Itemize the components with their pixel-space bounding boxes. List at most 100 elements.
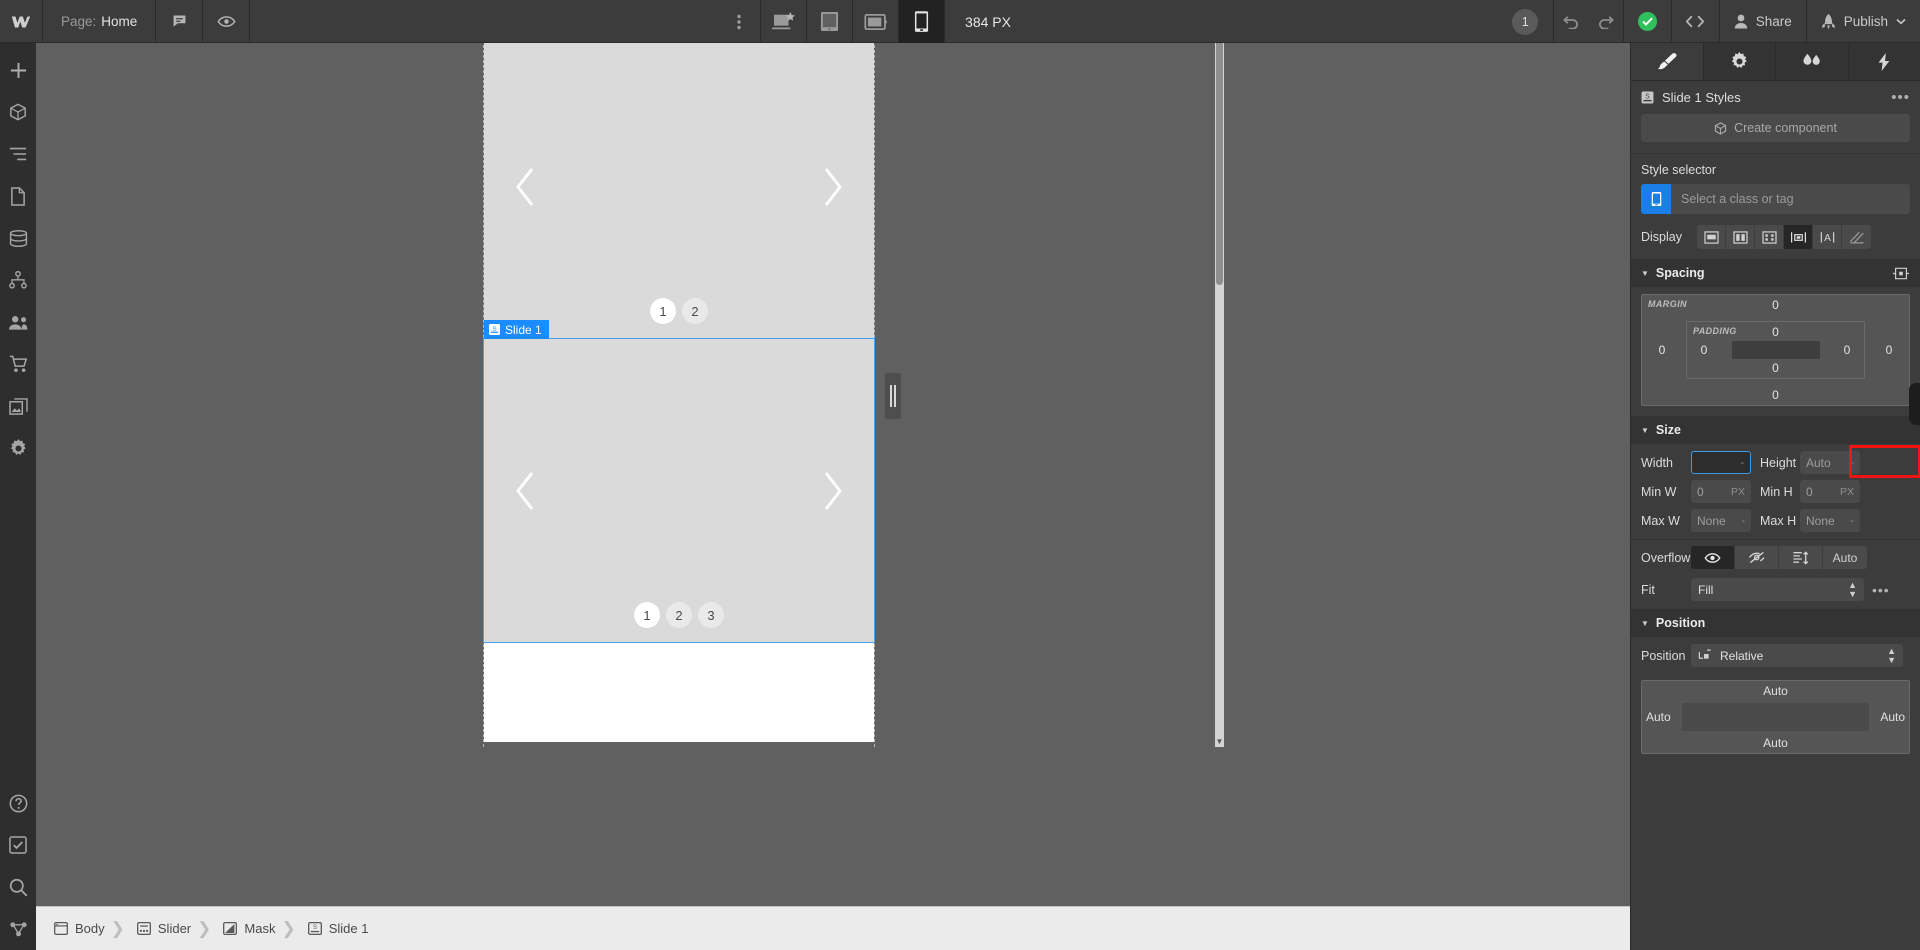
slide-1-selected[interactable]: S Slide 1 1 2 3: [483, 320, 875, 643]
users-icon: [9, 315, 28, 330]
viewport-resize-handle[interactable]: [885, 373, 901, 419]
style-selector-input[interactable]: Select a class or tag: [1641, 184, 1910, 214]
breadcrumb-body[interactable]: Body: [44, 907, 109, 950]
page-indicator[interactable]: Page: Home: [43, 0, 157, 43]
sidebar-item-pages[interactable]: [0, 175, 36, 217]
display-none-button[interactable]: [1842, 225, 1871, 249]
slider-dot[interactable]: 2: [682, 298, 708, 324]
breadcrumb-mask[interactable]: Mask: [213, 907, 279, 950]
sidebar-item-assets[interactable]: [0, 385, 36, 427]
breakpoint-mobile-portrait[interactable]: [899, 0, 946, 43]
margin-top-input[interactable]: 0: [1642, 298, 1909, 312]
breadcrumb-slider[interactable]: Slider: [127, 907, 195, 950]
display-inline-block-button[interactable]: [1784, 225, 1813, 249]
sidebar-item-logic[interactable]: [0, 259, 36, 301]
display-block-button[interactable]: [1697, 225, 1726, 249]
min-width-input[interactable]: 0 PX: [1691, 480, 1751, 503]
breakpoint-options-button[interactable]: [717, 0, 762, 43]
publish-button[interactable]: Publish: [1807, 0, 1920, 43]
create-component-button[interactable]: Create component: [1641, 114, 1910, 142]
slider-dot[interactable]: 1: [650, 298, 676, 324]
sidebar-item-search[interactable]: [0, 866, 36, 908]
sidebar-item-cms[interactable]: [0, 217, 36, 259]
slider-next-arrow[interactable]: [820, 469, 846, 513]
search-icon: [9, 878, 27, 896]
slider-dot[interactable]: 1: [634, 602, 660, 628]
sidebar-item-navigator[interactable]: [0, 133, 36, 175]
breakpoint-desktop[interactable]: [761, 0, 808, 43]
share-button[interactable]: Share: [1720, 0, 1807, 43]
tab-effects[interactable]: [1848, 43, 1920, 80]
max-height-input[interactable]: None -: [1800, 509, 1860, 532]
display-flex-button[interactable]: [1726, 225, 1755, 249]
position-bottom-input[interactable]: Auto: [1642, 736, 1909, 750]
position-left-input[interactable]: Auto: [1646, 710, 1671, 724]
margin-left-input[interactable]: 0: [1646, 343, 1678, 357]
overflow-scroll-button[interactable]: [1779, 546, 1823, 569]
redo-button[interactable]: [1589, 0, 1624, 43]
mobile-portrait-icon: [914, 11, 929, 32]
collaborators-avatar[interactable]: 1: [1498, 0, 1554, 43]
save-status-button[interactable]: [1624, 0, 1672, 43]
preview-button[interactable]: [203, 0, 251, 43]
sidebar-item-components[interactable]: [0, 91, 36, 133]
sidebar-item-help[interactable]: [0, 782, 36, 824]
overflow-auto-button[interactable]: Auto: [1823, 546, 1867, 569]
tab-settings[interactable]: [1703, 43, 1776, 80]
position-dropdown[interactable]: Relative ▲ ▼: [1691, 644, 1903, 667]
sidebar-item-apps[interactable]: [0, 908, 36, 950]
overflow-visible-button[interactable]: [1691, 546, 1735, 569]
slider-top[interactable]: 1 2: [484, 43, 874, 338]
design-canvas[interactable]: Affects 479px and below Mobile (P) 1 2: [36, 43, 1630, 906]
breakpoint-tablet[interactable]: [807, 0, 854, 43]
tab-interactions[interactable]: [1776, 43, 1849, 80]
height-input[interactable]: Auto -: [1800, 451, 1860, 474]
position-top-input[interactable]: Auto: [1642, 684, 1909, 698]
padding-top-input[interactable]: 0: [1687, 325, 1864, 339]
display-grid-button[interactable]: [1755, 225, 1784, 249]
size-section-header[interactable]: ▼ Size: [1631, 416, 1920, 444]
slider-prev-arrow[interactable]: [512, 469, 538, 513]
slider-dot[interactable]: 2: [666, 602, 692, 628]
min-height-input[interactable]: 0 PX: [1800, 480, 1860, 503]
slider-dot[interactable]: 3: [698, 602, 724, 628]
panel-collapse-tab[interactable]: [1909, 383, 1920, 425]
overflow-hidden-button[interactable]: [1735, 546, 1779, 569]
share-label: Share: [1755, 14, 1792, 29]
fit-menu-button[interactable]: •••: [1864, 582, 1890, 598]
viewport-scrollbar[interactable]: [1215, 43, 1224, 747]
spacing-section-header[interactable]: ▼ Spacing: [1631, 259, 1920, 287]
comments-button[interactable]: [156, 0, 204, 43]
tab-style[interactable]: [1631, 43, 1704, 80]
sidebar-item-add-elements[interactable]: [0, 49, 36, 91]
sidebar-item-users[interactable]: [0, 301, 36, 343]
sidebar-item-audit[interactable]: [0, 824, 36, 866]
undo-button[interactable]: [1554, 0, 1589, 43]
webflow-logo[interactable]: [0, 0, 43, 43]
fit-dropdown[interactable]: Fill ▲ ▼: [1691, 578, 1864, 601]
margin-right-input[interactable]: 0: [1873, 343, 1905, 357]
position-right-input[interactable]: Auto: [1880, 710, 1905, 724]
breadcrumb-slide-1[interactable]: S Slide 1: [298, 907, 373, 950]
breadcrumb-bar: Body ❯ Slider ❯ Mask ❯ S Slide 1: [36, 906, 1630, 950]
viewport-scroll-down[interactable]: ▼: [1215, 737, 1224, 747]
padding-bottom-input[interactable]: 0: [1687, 361, 1864, 375]
margin-bottom-input[interactable]: 0: [1642, 388, 1909, 402]
breakpoint-mobile-landscape[interactable]: [853, 0, 900, 43]
style-panel-menu-button[interactable]: •••: [1891, 89, 1910, 106]
slider-next-arrow[interactable]: [820, 165, 846, 209]
code-export-button[interactable]: [1672, 0, 1720, 43]
sidebar-item-settings[interactable]: [0, 427, 36, 469]
display-inline-button[interactable]: A: [1813, 225, 1842, 249]
width-input[interactable]: -: [1691, 451, 1751, 474]
page-body-area[interactable]: [484, 642, 874, 742]
updown-caret-icon: ▲ ▼: [1887, 645, 1896, 665]
padding-right-input[interactable]: 0: [1833, 343, 1861, 357]
position-section-header[interactable]: ▼ Position: [1631, 609, 1920, 637]
max-width-input[interactable]: None -: [1691, 509, 1751, 532]
sidebar-item-ecommerce[interactable]: [0, 343, 36, 385]
slider-prev-arrow[interactable]: [512, 165, 538, 209]
fit-value: Fill: [1698, 582, 1714, 597]
gear-icon: [1731, 52, 1747, 68]
padding-left-input[interactable]: 0: [1690, 343, 1718, 357]
